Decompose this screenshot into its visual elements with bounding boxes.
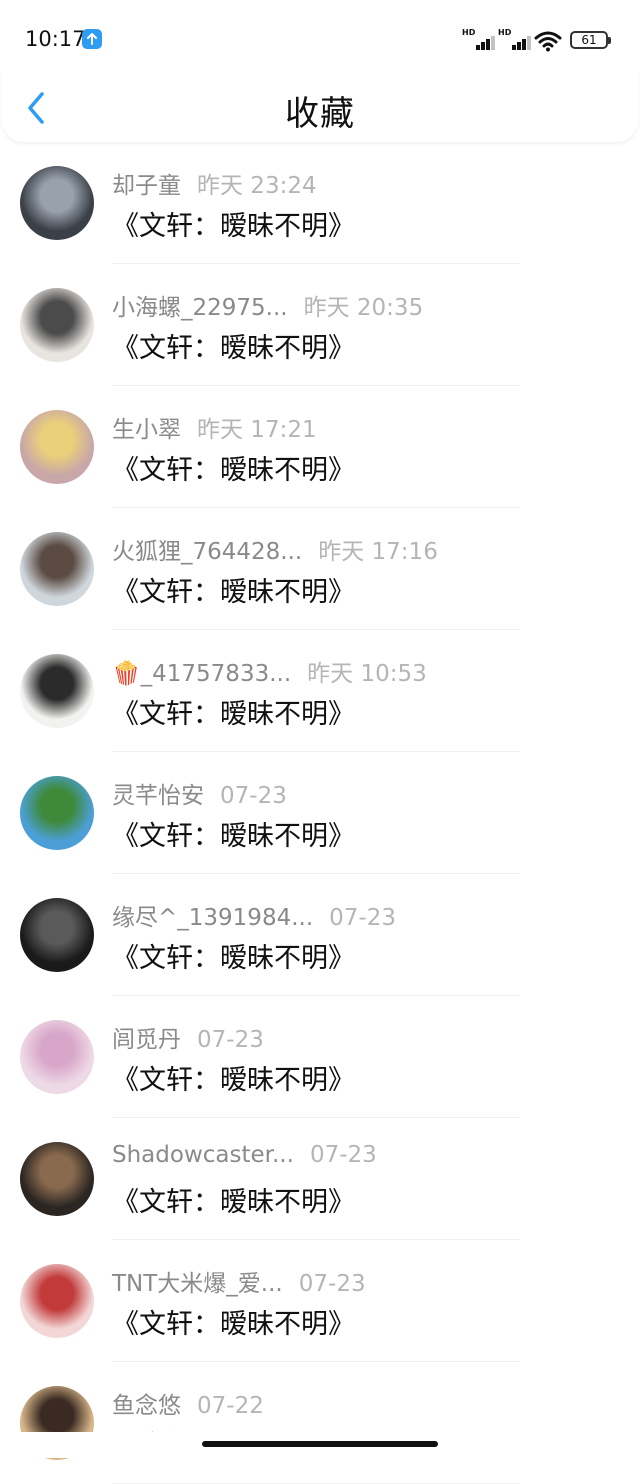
page-title: 收藏 <box>285 94 355 134</box>
timestamp: 07-23 <box>309 1142 377 1168</box>
user-name[interactable]: 火狐狸_764428... <box>112 539 302 565</box>
status-time: 10:17 <box>25 27 86 51</box>
favorite-title[interactable]: 《文轩：暧昧不明》 <box>112 448 355 487</box>
user-name[interactable]: 灵芊怡安 <box>112 783 204 809</box>
item-meta: 生小翠 昨天 17:21 <box>112 410 317 444</box>
timestamp: 07-23 <box>298 1271 366 1297</box>
user-name[interactable]: 小海螺_22975... <box>112 295 288 321</box>
timestamp: 07-23 <box>220 783 287 809</box>
user-name[interactable]: 鱼念悠 <box>112 1393 181 1419</box>
timestamp: 昨天 17:16 <box>318 539 438 565</box>
item-meta: 却子童 昨天 23:24 <box>112 166 317 200</box>
signal-icon: HD <box>462 28 495 52</box>
favorite-title[interactable]: 《文轩：暧昧不明》 <box>112 1058 355 1097</box>
timestamp: 昨天 20:35 <box>303 295 424 321</box>
avatar[interactable] <box>20 898 94 972</box>
list-item[interactable]: 生小翠 昨天 17:21 《文轩：暧昧不明》 <box>0 386 640 508</box>
list-item[interactable]: 火狐狸_764428... 昨天 17:16 《文轩：暧昧不明》 <box>0 508 640 630</box>
timestamp: 07-23 <box>197 1027 264 1053</box>
item-meta: 闾觅丹 07-23 <box>112 1020 264 1054</box>
avatar[interactable] <box>20 1264 94 1338</box>
upload-icon <box>82 29 102 49</box>
list-item[interactable]: 灵芊怡安 07-23 《文轩：暧昧不明》 <box>0 752 640 874</box>
avatar[interactable] <box>20 288 94 362</box>
item-meta: 小海螺_22975... 昨天 20:35 <box>112 288 423 322</box>
item-meta: 灵芊怡安 07-23 <box>112 776 287 810</box>
favorite-title[interactable]: 《文轩：暧昧不明》 <box>112 204 355 243</box>
list-item[interactable]: 却子童 昨天 23:24 《文轩：暧昧不明》 <box>0 142 640 264</box>
favorite-title[interactable]: 《文轩：暧昧不明》 <box>112 814 355 853</box>
avatar[interactable] <box>20 1142 94 1216</box>
user-name[interactable]: Shadowcaster... <box>112 1142 294 1168</box>
user-name[interactable]: 生小翠 <box>112 417 181 443</box>
status-icons: HD HD 61 <box>462 28 612 52</box>
favorites-list: 却子童 昨天 23:24 《文轩：暧昧不明》 小海螺_22975... 昨天 20:35… <box>0 142 640 1484</box>
list-item[interactable]: 缘尽^_1391984... 07-23 《文轩：暧昧不明》 <box>0 874 640 996</box>
user-name[interactable]: 缘尽^_1391984... <box>112 905 313 931</box>
avatar[interactable] <box>20 1020 94 1094</box>
list-item[interactable]: 小海螺_22975... 昨天 20:35 《文轩：暧昧不明》 <box>0 264 640 386</box>
list-item[interactable]: 鱼念悠07-22《文轩：暧昧不明》 <box>0 1362 640 1484</box>
list-item[interactable]: 🍿_41757833... 昨天 10:53 《文轩：暧昧不明》 <box>0 630 640 752</box>
user-name[interactable]: 🍿_41757833... <box>112 661 291 687</box>
user-name[interactable]: 却子童 <box>112 173 181 199</box>
favorite-title[interactable]: 《文轩：暧昧不明》 <box>112 692 355 731</box>
list-item[interactable]: TNT大米爆_爱... 07-23 《文轩：暧昧不明》 <box>0 1240 640 1362</box>
item-meta: 火狐狸_764428... 昨天 17:16 <box>112 532 438 566</box>
item-meta: TNT大米爆_爱... 07-23 <box>112 1264 366 1298</box>
timestamp: 昨天 23:24 <box>197 173 317 199</box>
favorite-title[interactable]: 《文轩：暧昧不明》 <box>112 1302 355 1341</box>
list-item[interactable]: Shadowcaster... 07-23 《文轩：暧昧不明》 <box>0 1118 640 1240</box>
navigation-bar: 收藏 <box>2 70 638 142</box>
avatar[interactable] <box>20 410 94 484</box>
avatar[interactable] <box>20 654 94 728</box>
user-name[interactable]: TNT大米爆_爱... <box>112 1271 283 1297</box>
battery-icon: 61 <box>570 31 611 49</box>
timestamp: 07-22 <box>197 1393 264 1419</box>
home-indicator[interactable] <box>202 1441 438 1447</box>
favorite-title[interactable]: 《文轩：暧昧不明》 <box>112 570 355 609</box>
avatar[interactable] <box>20 776 94 850</box>
timestamp: 昨天 17:21 <box>197 417 317 443</box>
favorite-title[interactable]: 《文轩：暧昧不明》 <box>112 326 355 365</box>
status-bar: 10:17 HD HD 61 <box>0 0 640 80</box>
item-meta: 🍿_41757833... 昨天 10:53 <box>112 654 427 688</box>
favorite-title[interactable]: 《文轩：暧昧不明》 <box>112 1180 355 1219</box>
signal-icon: HD <box>498 28 531 52</box>
item-meta: 缘尽^_1391984... 07-23 <box>112 898 396 932</box>
timestamp: 07-23 <box>329 905 396 931</box>
favorite-title[interactable]: 《文轩：暧昧不明》 <box>112 936 355 975</box>
item-meta: Shadowcaster... 07-23 <box>112 1142 377 1168</box>
wifi-icon <box>534 30 562 56</box>
user-name[interactable]: 闾觅丹 <box>112 1027 181 1053</box>
timestamp: 昨天 10:53 <box>307 661 427 687</box>
item-meta: 鱼念悠 07-22 <box>112 1386 264 1420</box>
avatar[interactable] <box>20 532 94 606</box>
list-item[interactable]: 闾觅丹 07-23 《文轩：暧昧不明》 <box>0 996 640 1118</box>
avatar[interactable] <box>20 166 94 240</box>
